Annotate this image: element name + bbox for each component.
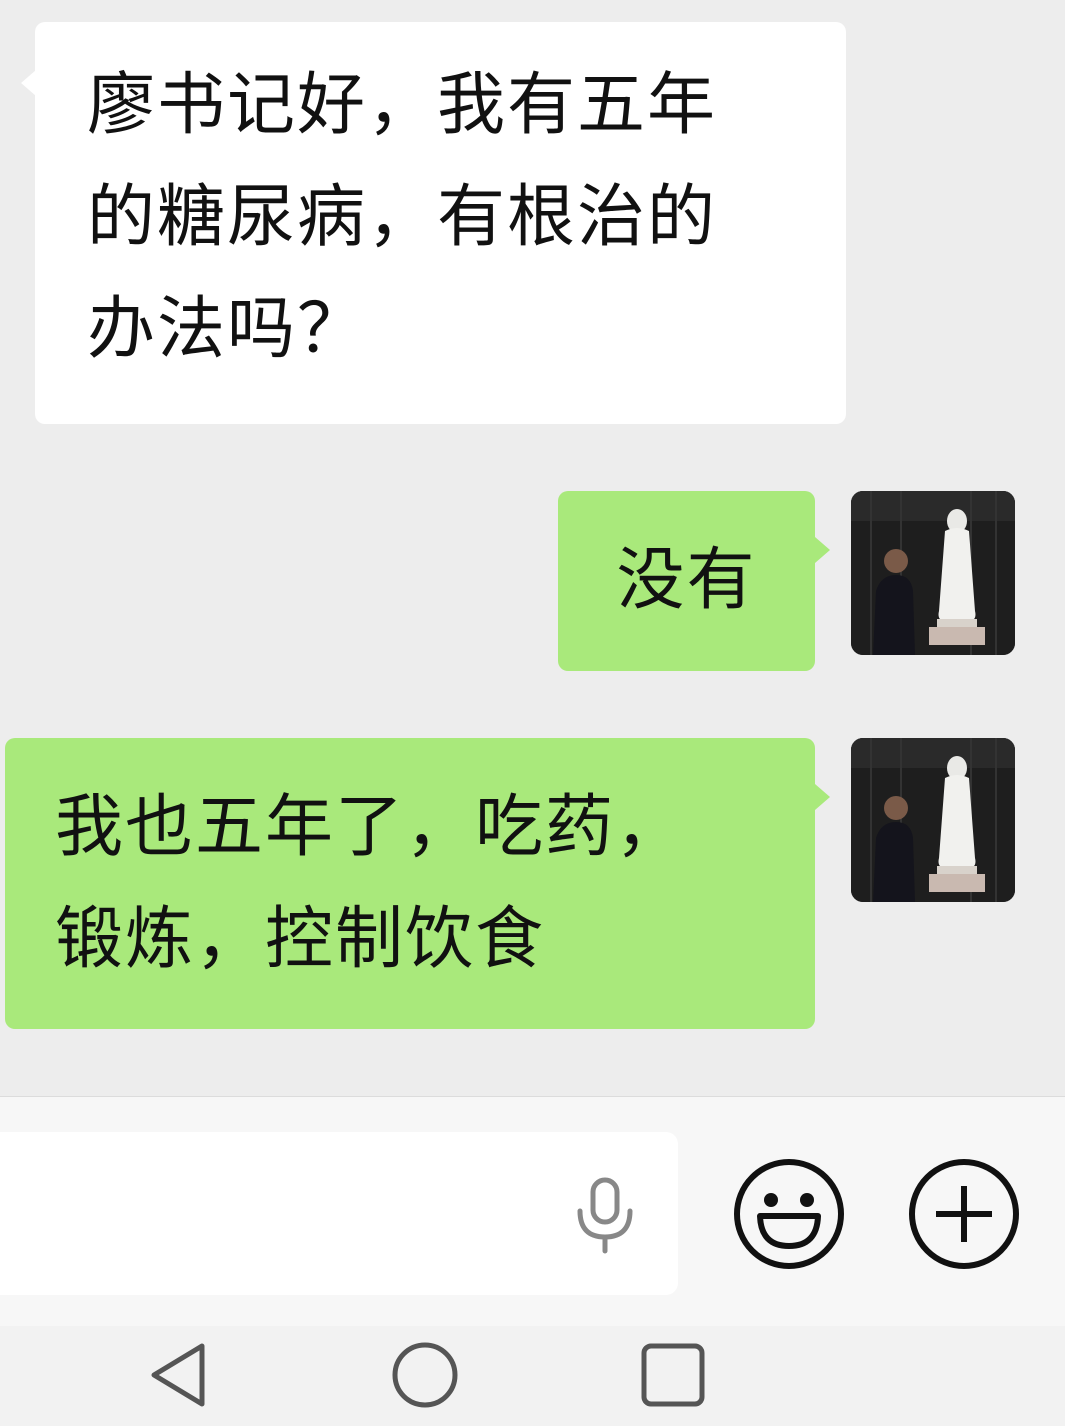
microphone-icon [577, 1177, 633, 1254]
message-line: 锻炼，控制饮食 [55, 900, 546, 979]
more-options-button[interactable] [908, 1158, 1020, 1274]
recents-button[interactable] [638, 1340, 708, 1414]
outgoing-bubble-tail [815, 784, 830, 810]
back-button[interactable] [146, 1340, 210, 1414]
plus-icon [909, 1159, 1019, 1269]
avatar[interactable] [851, 738, 1015, 902]
emoji-button[interactable] [733, 1158, 845, 1274]
outgoing-message-bubble[interactable]: 我也五年了，吃药， 锻炼，控制饮食 [5, 738, 815, 1029]
microphone-button[interactable] [574, 1177, 636, 1259]
home-button[interactable] [390, 1340, 460, 1414]
chat-area: 廖书记好，我有五年 的糖尿病，有根治的 办法吗？ 没有 我也五年了，吃药， 锻炼… [0, 0, 1065, 1096]
message-line: 我也五年了，吃药， [55, 788, 686, 867]
incoming-bubble-tail [21, 70, 36, 96]
home-circle-icon [392, 1342, 458, 1408]
emoji-icon [734, 1159, 844, 1269]
statue-photo-avatar [851, 491, 1015, 655]
input-bar [0, 1096, 1065, 1327]
outgoing-message-bubble[interactable]: 没有 [558, 491, 815, 671]
avatar[interactable] [851, 491, 1015, 655]
system-navigation-bar [0, 1326, 1065, 1426]
message-line: 廖书记好，我有五年 [87, 66, 718, 145]
statue-photo-avatar [851, 738, 1015, 902]
message-line: 的糖尿病，有根治的 [87, 178, 718, 257]
incoming-message-bubble[interactable]: 廖书记好，我有五年 的糖尿病，有根治的 办法吗？ [35, 22, 846, 424]
message-line: 办法吗？ [87, 290, 368, 369]
outgoing-bubble-tail [815, 537, 830, 563]
message-text: 没有 [616, 541, 757, 620]
back-triangle-icon [151, 1343, 205, 1407]
recents-square-icon [641, 1343, 705, 1407]
